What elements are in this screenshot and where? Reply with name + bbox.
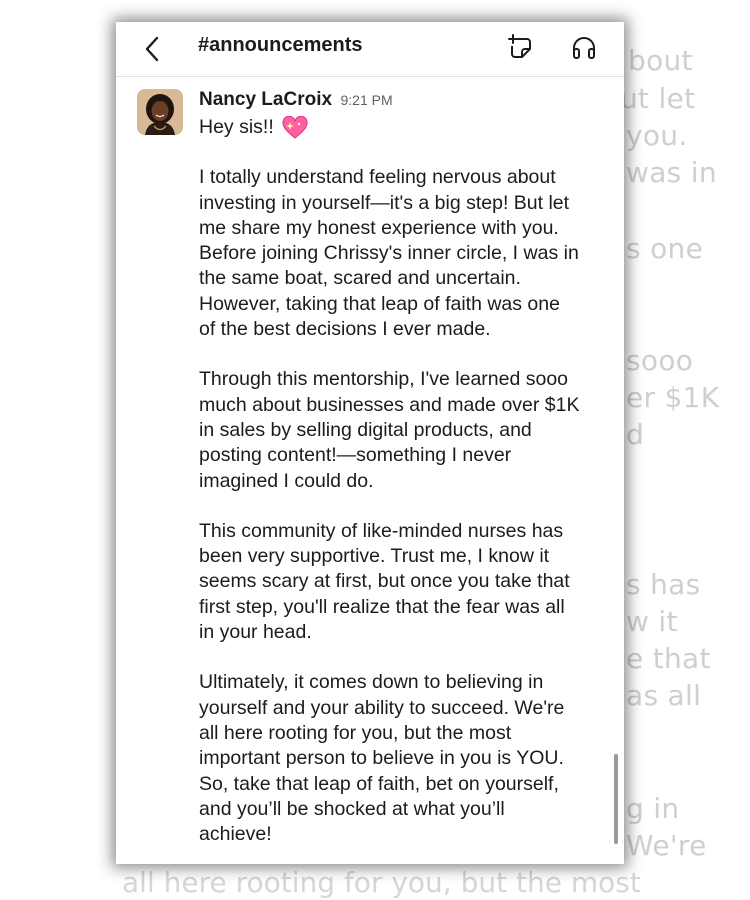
echo-line: er $1K [626,381,720,414]
echo-line: w it [626,605,678,638]
greeting: Hey sis!! [199,115,308,140]
phone-screen: #announcements Nancy LaCroix 9:21 PM Hey… [116,22,624,864]
canvas-button[interactable] [507,34,535,62]
message-body: Hey sis!! I totally understand feeling n… [199,115,609,864]
channel-header: #announcements [116,22,624,77]
message-paragraph: Ultimately, it comes down to believing i… [199,671,565,846]
avatar[interactable] [137,89,183,135]
scrollbar[interactable] [614,754,618,844]
greeting-text: Hey sis!! [199,116,274,138]
headphones-icon [573,37,595,59]
echo-line: sooo [626,344,694,377]
canvas-icon [508,34,531,58]
echo-line: was in [626,156,717,189]
echo-line: e that [626,642,711,675]
avatar-photo [137,89,183,135]
echo-line: as all [626,679,702,712]
echo-line: s one [626,232,704,265]
echo-line: We're [626,829,707,862]
echo-line: bout [628,44,693,77]
echo-line: d [626,418,645,451]
message-header: Nancy LaCroix 9:21 PM [199,89,393,111]
message-paragraph: I totally understand feeling nervous abo… [199,166,579,341]
sparkling-heart-icon [282,115,308,139]
echo-line: you. [626,119,688,152]
echo-bottom-line: all here rooting for you, but the most [122,866,641,899]
message-paragraph: Through this mentorship, I've learned so… [199,368,580,492]
back-chevron-icon [145,36,159,62]
echo-line: s has [626,568,701,601]
message-time[interactable]: 9:21 PM [341,92,393,108]
huddle-button[interactable] [570,34,598,62]
echo-line: ut let [620,82,696,115]
author-name[interactable]: Nancy LaCroix [199,89,332,110]
echo-line: g in [626,792,680,825]
channel-title[interactable]: #announcements [198,34,362,57]
back-button[interactable] [138,32,168,66]
message-list[interactable]: Nancy LaCroix 9:21 PM Hey sis!! I totall… [116,77,624,864]
message-paragraph: This community of like-minded nurses has… [199,519,570,644]
